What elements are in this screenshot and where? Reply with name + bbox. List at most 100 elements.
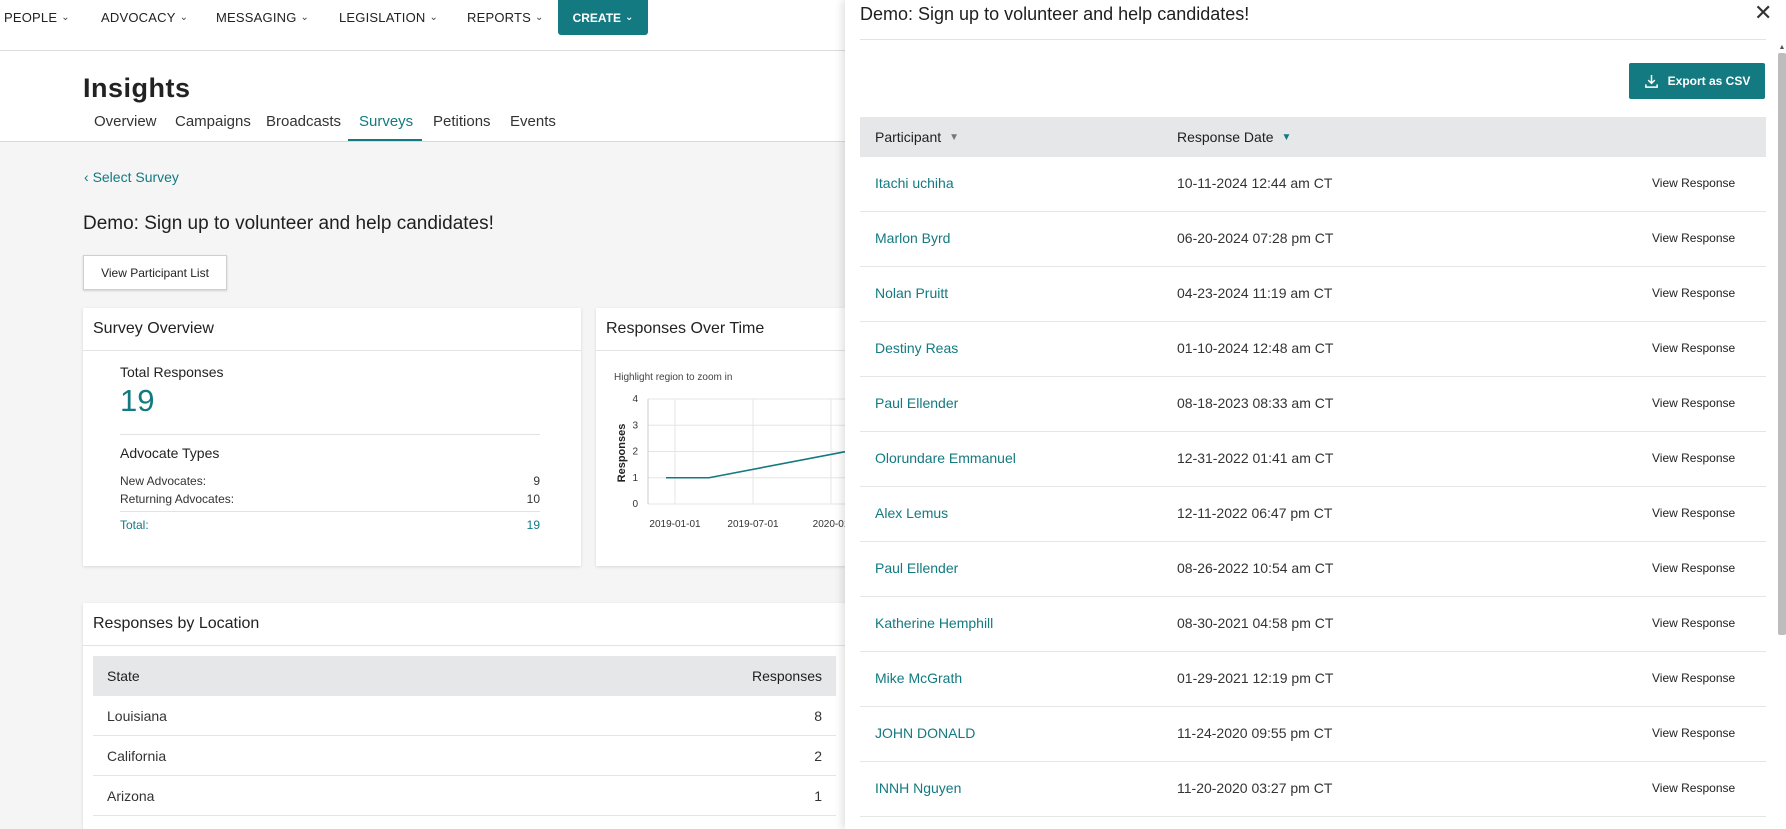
- divider: [120, 434, 540, 435]
- participant-name-link[interactable]: Olorundare Emmanuel: [875, 450, 1016, 466]
- participant-name-link[interactable]: Destiny Reas: [875, 340, 958, 356]
- participant-name-link[interactable]: Marlon Byrd: [875, 230, 950, 246]
- tab-campaigns[interactable]: Campaigns: [175, 113, 251, 130]
- chevron-down-icon: ⌄: [429, 11, 439, 23]
- chevron-down-icon: ⌄: [61, 11, 70, 23]
- view-response-link[interactable]: View Response: [1652, 781, 1735, 795]
- total-responses-label: Total Responses: [120, 364, 224, 380]
- x-tick-label: 2019-07-01: [727, 519, 779, 530]
- scrollbar[interactable]: [1778, 53, 1786, 635]
- new-advocates-row: New Advocates: 9: [120, 474, 540, 488]
- state-cell: Arizona: [107, 787, 155, 804]
- nav-messaging[interactable]: MESSAGING ⌄: [216, 8, 309, 26]
- table-row: Paul Ellender 08-18-2023 08:33 am CT View …: [860, 377, 1766, 432]
- scroll-up-icon[interactable]: ▲: [1778, 44, 1786, 52]
- nav-label: LEGISLATION: [339, 9, 426, 25]
- survey-title: Demo: Sign up to volunteer and help cand…: [83, 213, 494, 234]
- nav-advocacy[interactable]: ADVOCACY ⌄: [101, 8, 188, 26]
- nav-reports[interactable]: REPORTS ⌄: [467, 8, 544, 26]
- view-response-link[interactable]: View Response: [1652, 341, 1735, 355]
- view-participant-list-button[interactable]: View Participant List: [83, 255, 227, 290]
- response-date: 11-20-2020 03:27 pm CT: [1177, 780, 1333, 796]
- series-line: [666, 450, 846, 479]
- response-date: 01-29-2021 12:19 pm CT: [1177, 670, 1334, 686]
- tab-petitions[interactable]: Petitions: [433, 113, 491, 130]
- table-row: Destiny Reas 01-10-2024 12:48 am CT View R…: [860, 322, 1766, 377]
- select-survey-link[interactable]: ‹ Select Survey: [84, 169, 179, 185]
- divider: [860, 39, 1766, 40]
- view-response-link[interactable]: View Response: [1652, 451, 1735, 465]
- nav-legislation[interactable]: LEGISLATION ⌄: [339, 8, 438, 26]
- participant-name-link[interactable]: Paul Ellender: [875, 560, 958, 576]
- nav-label: PEOPLE: [4, 9, 58, 25]
- view-response-link[interactable]: View Response: [1652, 561, 1735, 575]
- tab-overview[interactable]: Overview: [94, 113, 157, 130]
- response-date: 08-26-2022 10:54 am CT: [1177, 560, 1334, 576]
- view-response-link[interactable]: View Response: [1652, 671, 1735, 685]
- view-response-link[interactable]: View Response: [1652, 616, 1735, 630]
- participant-name-link[interactable]: Mike McGrath: [875, 670, 962, 686]
- table-row: Nolan Pruitt 04-23-2024 11:19 am CT View R…: [860, 267, 1766, 322]
- location-table: State Responses Louisiana 8 California 2…: [93, 656, 836, 816]
- participant-name-link[interactable]: INNH Nguyen: [875, 780, 961, 796]
- chart-y-ticks: 0 1 2 3 4: [632, 394, 638, 510]
- col-response-date[interactable]: Response Date ▼: [1177, 129, 1291, 145]
- response-date: 08-30-2021 04:58 pm CT: [1177, 615, 1334, 631]
- select-survey-label: Select Survey: [92, 169, 179, 185]
- view-response-link[interactable]: View Response: [1652, 286, 1735, 300]
- participant-name-link[interactable]: Nolan Pruitt: [875, 285, 948, 301]
- response-date: 04-23-2024 11:19 am CT: [1177, 285, 1333, 301]
- col-responses[interactable]: Responses: [752, 668, 822, 684]
- tab-surveys[interactable]: Surveys: [359, 113, 413, 130]
- chevron-down-icon: ⌄: [179, 11, 189, 23]
- download-icon: [1644, 74, 1658, 88]
- view-response-link[interactable]: View Response: [1652, 396, 1735, 410]
- view-response-link[interactable]: View Response: [1652, 231, 1735, 245]
- table-row: Olorundare Emmanuel 12-31-2022 01:41 am C…: [860, 432, 1766, 487]
- response-date: 01-10-2024 12:48 am CT: [1177, 340, 1334, 356]
- table-row: Katherine Hemphill 08-30-2021 04:58 pm CT…: [860, 597, 1766, 652]
- table-row: Itachi uchiha 10-11-2024 12:44 am CT View …: [860, 157, 1766, 212]
- create-label: CREATE: [572, 10, 622, 25]
- participant-list: Itachi uchiha 10-11-2024 12:44 am CT View …: [860, 157, 1766, 817]
- participant-name-link[interactable]: Katherine Hemphill: [875, 615, 993, 631]
- col-participant[interactable]: Participant ▼: [875, 129, 959, 145]
- sort-icon: ▼: [1281, 131, 1292, 143]
- responses-by-location-title: Responses by Location: [83, 603, 846, 646]
- tab-broadcasts[interactable]: Broadcasts: [266, 113, 341, 130]
- row-value: 10: [526, 492, 540, 506]
- total-row: Total: 19: [120, 518, 540, 532]
- participant-name-link[interactable]: Itachi uchiha: [875, 175, 954, 191]
- table-row: Alex Lemus 12-11-2022 06:47 pm CT View Res…: [860, 487, 1766, 542]
- y-tick-label: 2: [632, 447, 638, 458]
- x-tick-label: 2019-01-01: [649, 519, 701, 530]
- participant-name-link[interactable]: JOHN DONALD: [875, 725, 975, 741]
- state-cell: Louisiana: [107, 707, 167, 724]
- y-tick-label: 4: [632, 394, 638, 405]
- create-button[interactable]: CREATE ⌄: [558, 0, 648, 35]
- y-tick-label: 3: [632, 420, 638, 431]
- export-csv-button[interactable]: Export as CSV: [1629, 63, 1765, 99]
- y-tick-label: 1: [632, 473, 638, 484]
- nav-people[interactable]: PEOPLE ⌄: [4, 8, 70, 26]
- table-row: Marlon Byrd 06-20-2024 07:28 pm CT View Re…: [860, 212, 1766, 267]
- row-value: 19: [526, 518, 540, 532]
- tab-events[interactable]: Events: [510, 113, 556, 130]
- responses-over-time-chart[interactable]: 0 1 2 3 4 2019-01-01 2019-07-01 2020-01 Respon…: [596, 308, 846, 566]
- chevron-down-icon: ⌄: [535, 11, 544, 23]
- responses-over-time-card: Responses Over Time Highlight region to …: [596, 308, 846, 566]
- participant-name-link[interactable]: Paul Ellender: [875, 395, 958, 411]
- export-label: Export as CSV: [1667, 74, 1751, 88]
- view-response-link[interactable]: View Response: [1652, 176, 1735, 190]
- view-response-link[interactable]: View Response: [1652, 726, 1735, 740]
- participant-name-link[interactable]: Alex Lemus: [875, 505, 948, 521]
- table-row: INNH Nguyen 11-20-2020 03:27 pm CT View Re…: [860, 762, 1766, 817]
- row-label: Total:: [120, 518, 149, 532]
- close-icon[interactable]: ✕: [1754, 0, 1772, 26]
- response-date: 08-18-2023 08:33 am CT: [1177, 395, 1334, 411]
- table-row: JOHN DONALD 11-24-2020 09:55 pm CT View Re…: [860, 707, 1766, 762]
- response-date: 06-20-2024 07:28 pm CT: [1177, 230, 1334, 246]
- col-state[interactable]: State: [107, 668, 140, 684]
- view-response-link[interactable]: View Response: [1652, 506, 1735, 520]
- y-tick-label: 0: [632, 499, 638, 510]
